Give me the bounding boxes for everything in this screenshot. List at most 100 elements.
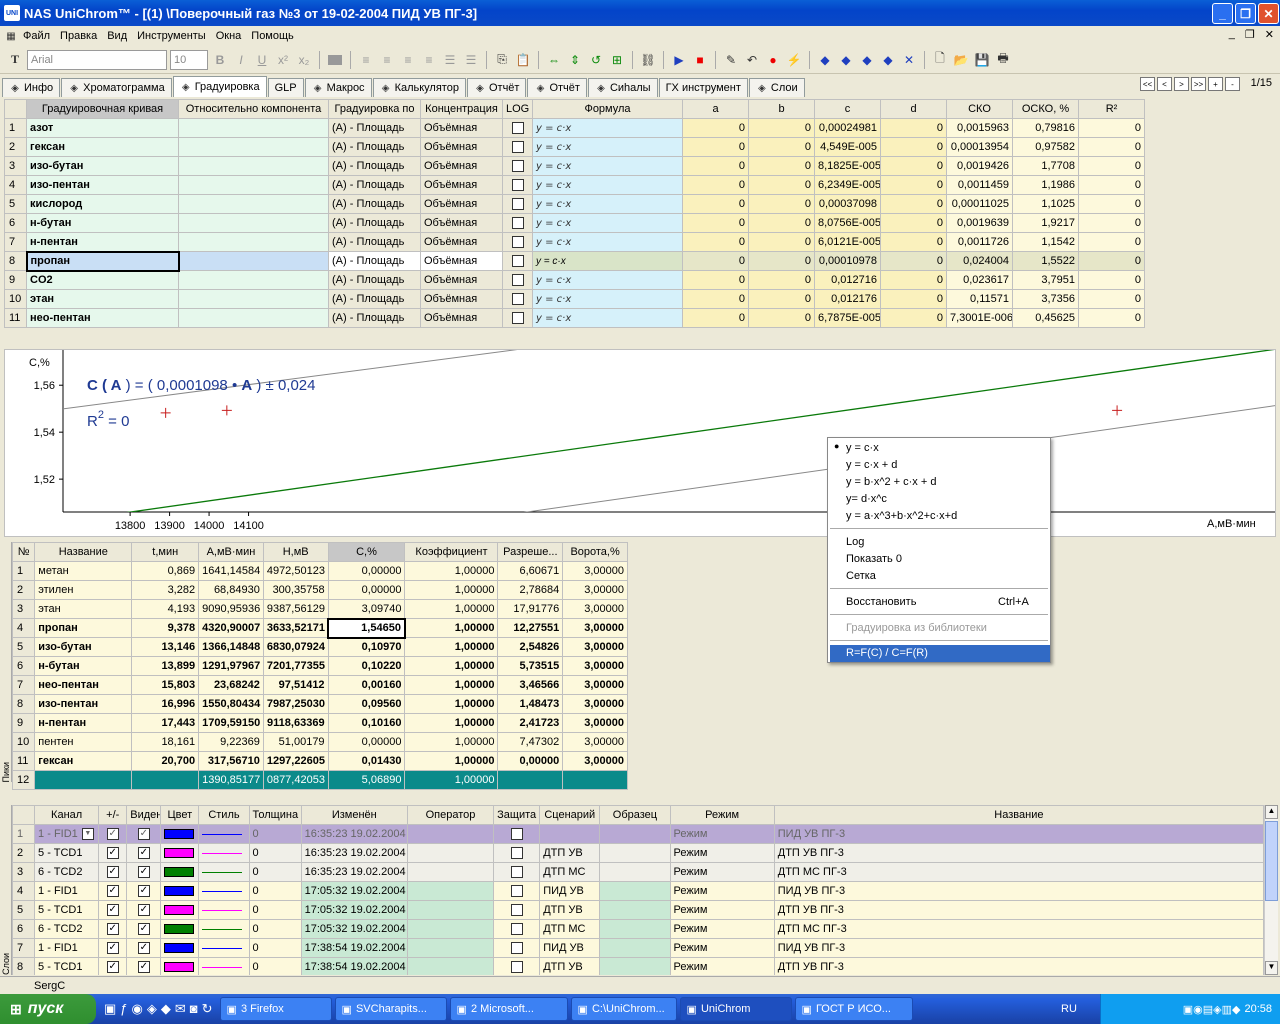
- calib-cell[interactable]: 0: [880, 194, 947, 214]
- checkbox-checked[interactable]: ✓: [137, 828, 150, 841]
- pager-button[interactable]: +: [1208, 77, 1223, 91]
- pager-button[interactable]: >: [1174, 77, 1189, 91]
- calib-cell[interactable]: y = c·x: [532, 308, 683, 328]
- peak-cell[interactable]: 1,00000: [404, 656, 499, 676]
- checkbox[interactable]: [511, 122, 524, 135]
- peak-cell[interactable]: 5,73515: [497, 656, 564, 676]
- calib-cell[interactable]: y = c·x: [532, 289, 683, 309]
- checkbox[interactable]: [510, 828, 523, 841]
- layer-channel[interactable]: 5 - TCD1: [34, 843, 100, 863]
- calib-cell[interactable]: (A) - Площадь: [328, 137, 421, 157]
- app-icon-6[interactable]: ↻: [202, 1001, 213, 1017]
- tab-3[interactable]: GLP: [267, 78, 304, 97]
- layer-color[interactable]: [160, 824, 200, 844]
- calib-cell[interactable]: 0,45625: [1012, 308, 1079, 328]
- calib-cell[interactable]: 0: [682, 289, 749, 309]
- calib-cell[interactable]: [178, 232, 329, 252]
- layer-name[interactable]: ДТП МС ПГ-3: [773, 919, 1264, 939]
- checkbox-checked[interactable]: ✓: [106, 847, 119, 860]
- calib-cell[interactable]: y = c·x: [532, 156, 683, 176]
- calib-cell[interactable]: Объёмная: [420, 308, 503, 328]
- peak-row[interactable]: 11 гексан 20,700 317,56710 1297,22605 0,01430…: [11, 751, 628, 771]
- checkbox[interactable]: [511, 236, 524, 249]
- taskbar-button[interactable]: ▣ 3 Firefox: [219, 997, 332, 1021]
- calib-cell[interactable]: 0: [682, 156, 749, 176]
- calib-col-header[interactable]: Градуировочная кривая: [26, 99, 179, 119]
- layer-row[interactable]: 11 - FID1 ▼ ✓ ✓ 0 16:35:23 19.02.2004 Режим ПИД…: [12, 824, 1264, 844]
- paste-icon[interactable]: 📋: [514, 51, 532, 69]
- new-file-icon[interactable]: 🗋: [931, 51, 949, 69]
- menu-item-from-library[interactable]: Градуировка из библиотеки: [846, 622, 987, 634]
- menu-help[interactable]: Помощь: [246, 30, 299, 42]
- calib-cell[interactable]: Объёмная: [420, 251, 503, 271]
- layer-style[interactable]: [198, 938, 250, 958]
- calib-cell[interactable]: 0: [748, 251, 815, 271]
- checkbox[interactable]: [511, 160, 524, 173]
- layer-width[interactable]: 0: [248, 824, 302, 844]
- peak-cell[interactable]: 7201,77355: [262, 656, 329, 676]
- layer-visible[interactable]: ✓: [126, 957, 162, 975]
- peak-cell[interactable]: 1291,97967: [198, 656, 264, 676]
- calib-cell[interactable]: 0: [748, 137, 815, 157]
- layer-width[interactable]: 0: [248, 862, 302, 882]
- calib-cell[interactable]: 6,7875E-005: [814, 308, 881, 328]
- calib-cell[interactable]: 0: [682, 308, 749, 328]
- play-icon[interactable]: ▶: [670, 51, 688, 69]
- peak-cell[interactable]: 3,00000: [562, 694, 628, 714]
- peak-cell[interactable]: 0,00000: [497, 751, 564, 771]
- layer-width[interactable]: 0: [248, 900, 302, 920]
- calib-cell[interactable]: 0: [1078, 156, 1145, 176]
- layer-visible[interactable]: ✓: [126, 881, 162, 901]
- layer-name[interactable]: ПИД УВ ПГ-3: [773, 881, 1264, 901]
- menu-edit[interactable]: Правка: [55, 30, 102, 42]
- peak-cell[interactable]: 3,00000: [562, 675, 628, 695]
- calib-cell[interactable]: 0: [1078, 232, 1145, 252]
- layer-protect[interactable]: [493, 919, 541, 939]
- peak-cell[interactable]: 3,282: [131, 580, 200, 600]
- layer-visible[interactable]: ✓: [126, 900, 162, 920]
- calib-cell[interactable]: 0: [1078, 137, 1145, 157]
- layer-operator[interactable]: [406, 938, 495, 958]
- calib-cell[interactable]: [178, 270, 329, 290]
- underline-icon[interactable]: U: [253, 51, 271, 69]
- layers-col-header[interactable]: Виден: [126, 805, 162, 825]
- log-checkbox[interactable]: [502, 156, 533, 176]
- justify-icon[interactable]: ≡: [420, 51, 438, 69]
- layer-protect[interactable]: [493, 862, 541, 882]
- tab-9[interactable]: ГХ инструмент: [658, 78, 748, 97]
- font-size-select[interactable]: 10: [170, 49, 208, 70]
- layer-operator[interactable]: [406, 824, 495, 844]
- log-checkbox[interactable]: [502, 118, 533, 138]
- log-checkbox[interactable]: [502, 308, 533, 328]
- calib-cell[interactable]: 0: [682, 251, 749, 271]
- calib-cell[interactable]: 0: [880, 308, 947, 328]
- taskbar-button[interactable]: ▣ ГОСТ Р ИСО...: [794, 997, 913, 1021]
- layers-col-header[interactable]: Оператор: [406, 805, 495, 825]
- calib-cell[interactable]: Объёмная: [420, 175, 503, 195]
- menu-tools[interactable]: Инструменты: [132, 30, 211, 42]
- layer-width[interactable]: 0: [248, 843, 302, 863]
- calib-cell[interactable]: 0: [1078, 289, 1145, 309]
- peak-cell[interactable]: 12,27551: [497, 618, 564, 638]
- layer-color[interactable]: [160, 957, 200, 975]
- peak-cell[interactable]: изо-пентан: [34, 694, 133, 714]
- peak-row[interactable]: 4 пропан 9,378 4320,90007 3633,52171 1,54650 1…: [11, 617, 628, 639]
- peak-cell[interactable]: пропан: [34, 618, 133, 638]
- peak-row[interactable]: 1 метан 0,869 1641,14584 4972,50123 0,00000 1,…: [11, 561, 628, 581]
- peak-cell[interactable]: 1,00000: [404, 599, 499, 619]
- checkbox[interactable]: [511, 217, 524, 230]
- layer-plusminus[interactable]: ✓: [98, 824, 128, 844]
- fill-color-icon[interactable]: [326, 51, 344, 69]
- layer-channel[interactable]: 1 - FID1: [34, 938, 100, 958]
- layer-style[interactable]: [198, 881, 250, 901]
- checkbox-checked[interactable]: ✓: [137, 847, 150, 860]
- calib-cell[interactable]: 0,0015963: [946, 118, 1013, 138]
- calib-row[interactable]: 6 н-бутан (A) - Площадь Объёмная y = c·x 0 0 8,…: [4, 213, 1145, 233]
- calib-row[interactable]: 10 этан (A) - Площадь Объёмная y = c·x 0 0 0,01…: [4, 289, 1145, 309]
- layer-width[interactable]: 0: [248, 957, 302, 975]
- peak-row[interactable]: 6 н-бутан 13,899 1291,97967 7201,77355 0,1022…: [11, 656, 628, 676]
- checkbox[interactable]: [510, 847, 523, 860]
- calib-cell[interactable]: (A) - Площадь: [328, 308, 421, 328]
- menu-view[interactable]: Вид: [102, 30, 132, 42]
- maximize-button[interactable]: ❐: [1235, 3, 1256, 24]
